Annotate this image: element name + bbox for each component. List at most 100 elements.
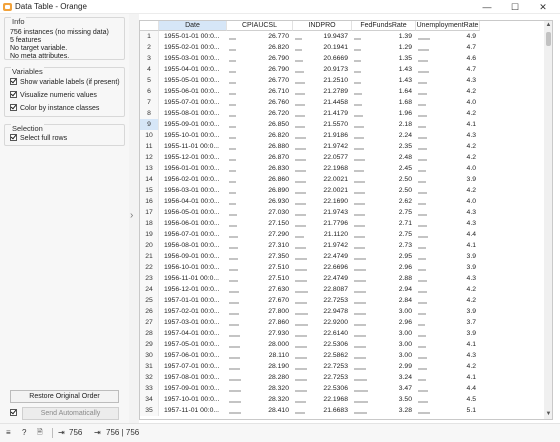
cell-fedfundsrate[interactable]: 3.24 (352, 372, 416, 383)
table-row[interactable]: 32 1957-08-01 00:0... 28.280 22.7253 3.24 4.1 (140, 372, 480, 383)
row-number[interactable]: 34 (140, 394, 159, 405)
cell-date[interactable]: 1957-07-01 00:0... (160, 361, 227, 372)
cell-cpiaucsl[interactable]: 27.930 (227, 328, 293, 339)
cell-date[interactable]: 1956-05-01 00:0... (160, 207, 227, 218)
cell-cpiaucsl[interactable]: 26.770 (227, 31, 293, 42)
row-number[interactable]: 13 (140, 163, 159, 174)
cell-date[interactable]: 1956-09-01 00:0... (160, 251, 227, 262)
cell-indpro[interactable]: 22.7253 (293, 295, 352, 306)
cell-unemploymentrate[interactable]: 4.0 (416, 196, 480, 207)
cell-date[interactable]: 1955-10-01 00:0... (160, 130, 227, 141)
row-number[interactable]: 3 (140, 53, 159, 64)
table-row[interactable]: 28 1957-04-01 00:0... 27.930 22.6140 3.00 3.9 (140, 328, 480, 339)
cell-indpro[interactable]: 22.4749 (293, 251, 352, 262)
table-row[interactable]: 9 1955-09-01 00:0... 26.850 21.5570 2.18 4.1 (140, 119, 480, 130)
cell-indpro[interactable]: 22.9478 (293, 306, 352, 317)
cell-fedfundsrate[interactable]: 1.43 (352, 75, 416, 86)
table-row[interactable]: 29 1957-05-01 00:0... 28.000 22.5306 3.00 4.1 (140, 339, 480, 350)
cell-fedfundsrate[interactable]: 2.50 (352, 185, 416, 196)
table-row[interactable]: 8 1955-08-01 00:0... 26.720 21.4179 1.96 4.2 (140, 108, 480, 119)
cell-unemploymentrate[interactable]: 4.7 (416, 64, 480, 75)
cell-cpiaucsl[interactable]: 27.670 (227, 295, 293, 306)
cell-date[interactable]: 1957-05-01 00:0... (160, 339, 227, 350)
column-header-unemploymentrate[interactable]: UnemploymentRate (416, 21, 480, 31)
close-button[interactable]: ✕ (530, 0, 556, 14)
cell-indpro[interactable]: 22.7253 (293, 361, 352, 372)
cell-cpiaucsl[interactable]: 26.770 (227, 75, 293, 86)
cell-cpiaucsl[interactable]: 28.190 (227, 361, 293, 372)
table-row[interactable]: 11 1955-11-01 00:0... 26.880 21.9742 2.35 4.2 (140, 141, 480, 152)
cell-fedfundsrate[interactable]: 2.95 (352, 251, 416, 262)
scroll-up-icon[interactable]: ▲ (544, 21, 552, 30)
row-number[interactable]: 26 (140, 306, 159, 317)
cell-date[interactable]: 1956-10-01 00:0... (160, 262, 227, 273)
cell-fedfundsrate[interactable]: 1.64 (352, 86, 416, 97)
cell-indpro[interactable]: 21.4179 (293, 108, 352, 119)
cell-unemploymentrate[interactable]: 4.9 (416, 31, 480, 42)
row-number[interactable]: 19 (140, 229, 159, 240)
cell-unemploymentrate[interactable]: 4.3 (416, 207, 480, 218)
table-row[interactable]: 27 1957-03-01 00:0... 27.860 22.9200 2.96 3.7 (140, 317, 480, 328)
cell-fedfundsrate[interactable]: 2.45 (352, 163, 416, 174)
table-row[interactable]: 21 1956-09-01 00:0... 27.350 22.4749 2.95 3.9 (140, 251, 480, 262)
table-row[interactable]: 34 1957-10-01 00:0... 28.320 22.1968 3.50 4.5 (140, 394, 480, 405)
cell-indpro[interactable]: 21.6683 (293, 405, 352, 416)
cell-indpro[interactable]: 22.1690 (293, 196, 352, 207)
cell-cpiaucsl[interactable]: 27.800 (227, 306, 293, 317)
cell-unemploymentrate[interactable]: 3.9 (416, 251, 480, 262)
table-row[interactable]: 31 1957-07-01 00:0... 28.190 22.7253 2.99 4.2 (140, 361, 480, 372)
cell-date[interactable]: 1957-03-01 00:0... (160, 317, 227, 328)
cell-cpiaucsl[interactable]: 26.890 (227, 185, 293, 196)
table-row[interactable]: 15 1956-03-01 00:0... 26.890 22.0021 2.50 4.2 (140, 185, 480, 196)
row-number[interactable]: 30 (140, 350, 159, 361)
scroll-down-icon[interactable]: ▼ (544, 410, 552, 419)
cell-unemploymentrate[interactable]: 4.1 (416, 119, 480, 130)
row-number[interactable]: 5 (140, 75, 159, 86)
row-number[interactable]: 11 (140, 141, 159, 152)
corner-header[interactable] (140, 21, 159, 31)
cell-indpro[interactable]: 21.4458 (293, 97, 352, 108)
cell-fedfundsrate[interactable]: 1.29 (352, 42, 416, 53)
cell-fedfundsrate[interactable]: 3.00 (352, 328, 416, 339)
table-row[interactable]: 18 1956-06-01 00:0... 27.150 21.7796 2.71 4.3 (140, 218, 480, 229)
show-labels-checkbox[interactable]: Show variable labels (if present) (10, 78, 120, 86)
cell-date[interactable]: 1957-09-01 00:0... (160, 383, 227, 394)
cell-indpro[interactable]: 22.5306 (293, 383, 352, 394)
table-row[interactable]: 14 1956-02-01 00:0... 26.860 22.0021 2.50 3.9 (140, 174, 480, 185)
cell-date[interactable]: 1955-08-01 00:0... (160, 108, 227, 119)
cell-cpiaucsl[interactable]: 26.850 (227, 119, 293, 130)
cell-date[interactable]: 1955-09-01 00:0... (160, 119, 227, 130)
cell-cpiaucsl[interactable]: 26.930 (227, 196, 293, 207)
cell-date[interactable]: 1957-11-01 00:0... (160, 405, 227, 416)
row-number[interactable]: 31 (140, 361, 159, 372)
table-row[interactable]: 20 1956-08-01 00:0... 27.310 21.9742 2.73 4.1 (140, 240, 480, 251)
cell-unemploymentrate[interactable]: 4.2 (416, 185, 480, 196)
cell-indpro[interactable]: 20.9173 (293, 64, 352, 75)
cell-fedfundsrate[interactable]: 2.75 (352, 229, 416, 240)
cell-fedfundsrate[interactable]: 2.35 (352, 141, 416, 152)
table-row[interactable]: 26 1957-02-01 00:0... 27.800 22.9478 3.00 3.9 (140, 306, 480, 317)
table-row[interactable]: 10 1955-10-01 00:0... 26.820 21.9186 2.24 4.3 (140, 130, 480, 141)
cell-indpro[interactable]: 22.6696 (293, 262, 352, 273)
row-number[interactable]: 35 (140, 405, 159, 416)
panel-splitter[interactable]: › (129, 14, 139, 423)
cell-date[interactable]: 1956-12-01 00:0... (160, 284, 227, 295)
visualize-numeric-checkbox[interactable]: Visualize numeric values (10, 91, 97, 99)
cell-unemploymentrate[interactable]: 4.5 (416, 394, 480, 405)
cell-indpro[interactable]: 21.7796 (293, 218, 352, 229)
cell-indpro[interactable]: 22.1968 (293, 163, 352, 174)
row-number[interactable]: 1 (140, 31, 159, 42)
cell-date[interactable]: 1955-11-01 00:0... (160, 141, 227, 152)
report-icon[interactable]: 🗎 (37, 427, 43, 439)
cell-fedfundsrate[interactable]: 3.00 (352, 306, 416, 317)
cell-unemploymentrate[interactable]: 3.9 (416, 262, 480, 273)
cell-unemploymentrate[interactable]: 4.0 (416, 97, 480, 108)
table-row[interactable]: 17 1956-05-01 00:0... 27.030 21.9743 2.75 4.3 (140, 207, 480, 218)
row-number[interactable]: 18 (140, 218, 159, 229)
row-number[interactable]: 33 (140, 383, 159, 394)
cell-cpiaucsl[interactable]: 26.870 (227, 152, 293, 163)
row-number[interactable]: 25 (140, 295, 159, 306)
cell-cpiaucsl[interactable]: 28.410 (227, 405, 293, 416)
row-number[interactable]: 4 (140, 64, 159, 75)
cell-fedfundsrate[interactable]: 3.00 (352, 350, 416, 361)
